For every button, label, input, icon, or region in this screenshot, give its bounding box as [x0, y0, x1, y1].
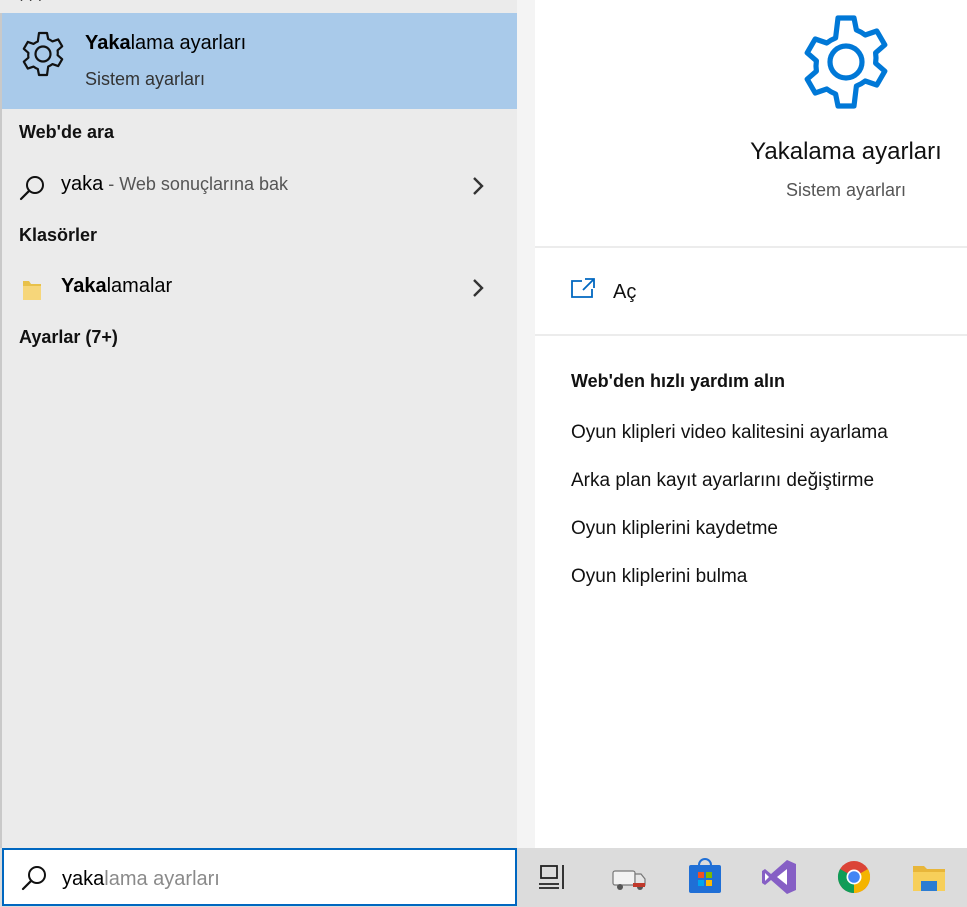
search-icon [19, 176, 44, 201]
settings-heading[interactable]: Ayarlar (7+) [19, 327, 118, 348]
help-link[interactable]: Arka plan kayıt ayarlarını değiştirme [571, 470, 874, 492]
clipped-header: · · · [0, 0, 517, 13]
search-input-text: yakalama ayarları [62, 868, 220, 890]
web-search-text: yaka - Web sonuçlarına bak [61, 173, 289, 195]
best-match-subtitle: Sistem ayarları [85, 69, 206, 89]
folder-result[interactable]: Yakalamalar [2, 264, 517, 312]
truck-app-icon[interactable] [609, 857, 649, 897]
panel-edge [0, 0, 2, 848]
chevron-right-icon[interactable] [470, 176, 486, 196]
visual-studio-icon[interactable] [759, 857, 799, 897]
web-search-result[interactable]: yaka - Web sonuçlarına bak [2, 162, 517, 210]
best-match-title: Yakalama ayarları [85, 32, 247, 54]
file-explorer-icon[interactable] [909, 857, 949, 897]
gear-icon [22, 31, 64, 77]
open-action[interactable]: Aç [560, 272, 960, 316]
panel-gap [517, 0, 535, 848]
microsoft-store-icon[interactable] [685, 857, 725, 897]
help-link[interactable]: Oyun klipleri video kalitesini ayarlama [571, 422, 888, 444]
folder-result-text: Yakalamalar [61, 275, 173, 297]
folders-heading: Klasörler [19, 225, 98, 245]
best-match-result[interactable]: Yakalama ayarları Sistem ayarları [2, 13, 517, 109]
search-icon [21, 866, 46, 891]
divider [535, 246, 967, 248]
help-link[interactable]: Oyun kliplerini bulma [571, 566, 747, 588]
preview-subtitle: Sistem ayarları [785, 180, 907, 200]
chrome-icon[interactable] [834, 857, 874, 897]
help-link[interactable]: Oyun kliplerini kaydetme [571, 518, 778, 540]
help-heading: Web'den hızlı yardım alın [571, 371, 785, 391]
open-icon [571, 278, 595, 298]
task-view-icon[interactable] [533, 857, 573, 897]
web-search-heading: Web'de ara [19, 122, 114, 142]
search-input[interactable]: yakalama ayarları [2, 848, 517, 906]
folder-icon [23, 281, 41, 300]
open-label: Aç [613, 281, 637, 303]
gear-icon [804, 15, 888, 109]
chevron-right-icon[interactable] [470, 278, 486, 298]
preview-title: Yakalama ayarları [750, 138, 942, 165]
divider [535, 334, 967, 336]
